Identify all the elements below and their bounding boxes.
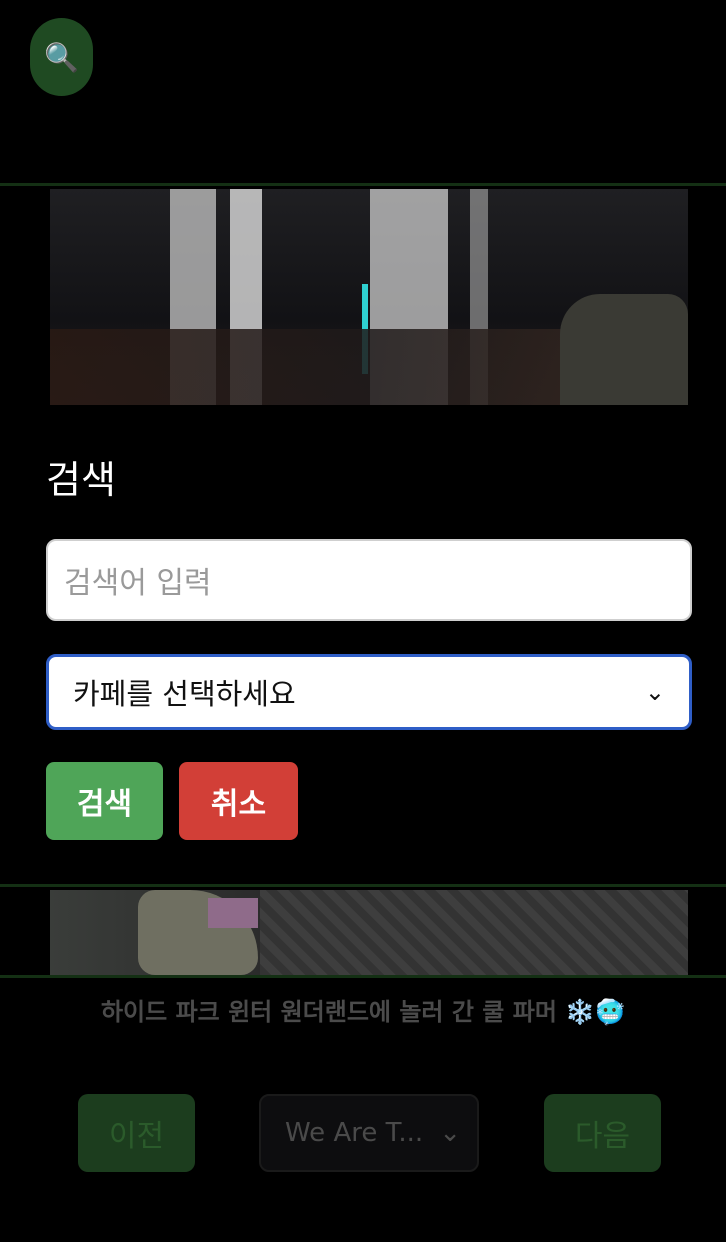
search-fab[interactable]: 🔍 [30,18,93,96]
panel-title: 검색 [46,458,116,502]
cafe-select-value: 카페를 선택하세요 [73,677,296,711]
playlist-select-value: We Are T... [285,1118,424,1148]
search-button[interactable]: 검색 [46,762,163,840]
cafe-select[interactable]: 카페를 선택하세요 ⌄ [46,654,692,730]
photo-frame-top [0,183,726,411]
caption: 하이드 파크 윈터 원더랜드에 놀러 간 쿨 파머 ❄️🥶 [100,998,626,1026]
search-panel: 검색 검색어 입력 카페를 선택하세요 ⌄ 검색 취소 [0,405,726,885]
chevron-down-icon: ⌄ [439,1118,461,1148]
search-input[interactable]: 검색어 입력 [46,539,692,621]
photo-frame-bottom [0,884,726,978]
cancel-button[interactable]: 취소 [179,762,298,840]
search-icon: 🔍 [44,40,79,74]
prev-button[interactable]: 이전 [78,1094,195,1172]
top-photo [50,189,688,407]
chevron-down-icon: ⌄ [644,678,665,706]
next-button[interactable]: 다음 [544,1094,661,1172]
playlist-select[interactable]: We Are T... ⌄ [259,1094,479,1172]
bottom-photo [50,890,688,975]
